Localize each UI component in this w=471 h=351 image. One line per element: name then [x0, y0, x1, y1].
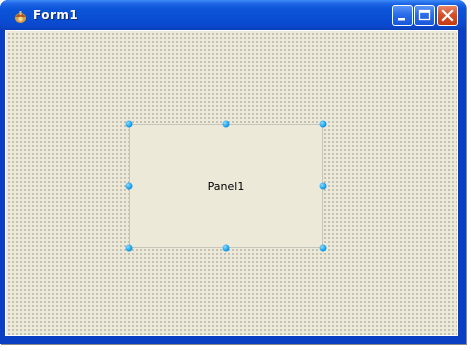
close-button[interactable] [437, 5, 458, 26]
close-icon [441, 9, 454, 22]
resize-handle-top-right[interactable] [319, 120, 327, 128]
resize-handle-bottom-right[interactable] [319, 244, 327, 252]
resize-handle-bottom[interactable] [222, 244, 230, 252]
resize-handle-left[interactable] [125, 182, 133, 190]
resize-handle-top[interactable] [222, 120, 230, 128]
maximize-icon [418, 9, 431, 21]
title-bar[interactable]: Form1 [0, 0, 466, 30]
window-title: Form1 [33, 8, 79, 22]
maximize-button[interactable] [414, 5, 435, 26]
panel1[interactable]: Panel1 [129, 124, 323, 248]
resize-handle-top-left[interactable] [125, 120, 133, 128]
resize-handle-bottom-left[interactable] [125, 244, 133, 252]
minimize-icon [398, 18, 405, 21]
delphi-form-icon[interactable] [13, 9, 28, 24]
panel-caption: Panel1 [207, 180, 245, 193]
resize-handle-right[interactable] [319, 182, 327, 190]
minimize-button[interactable] [392, 5, 413, 26]
